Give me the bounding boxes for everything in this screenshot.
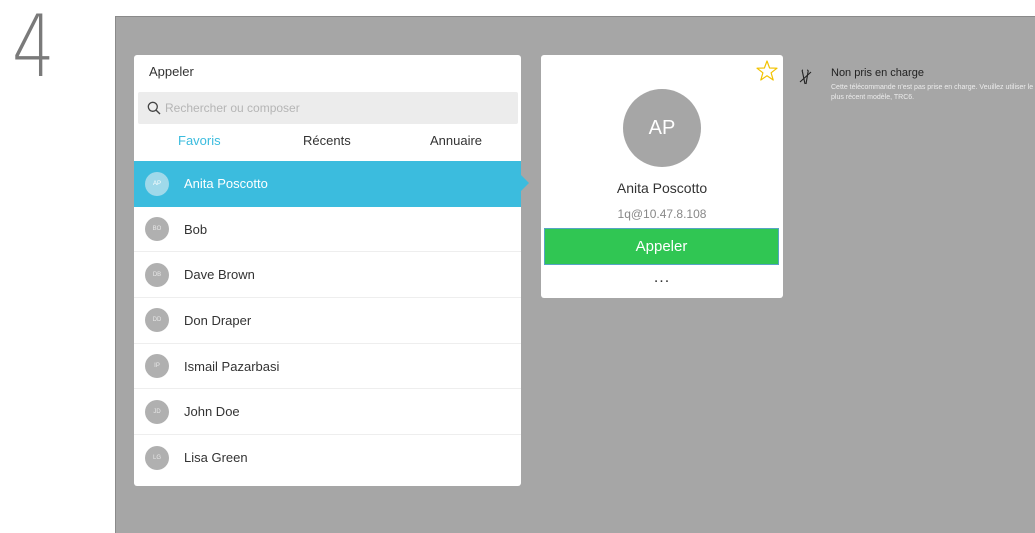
list-item[interactable]: BO Bob xyxy=(134,207,521,253)
contact-name: Bob xyxy=(184,221,208,237)
notice-title: Non pris en charge xyxy=(831,67,924,79)
search-placeholder: Rechercher ou composer xyxy=(165,101,300,115)
contact-name: John Doe xyxy=(184,404,240,420)
contact-list: AP Anita Poscotto BO Bob DB Dave Brown D… xyxy=(134,161,529,481)
notice-text: Cette télécommande n'est pas prise en ch… xyxy=(831,84,1034,101)
list-item[interactable]: DD Don Draper xyxy=(134,298,521,344)
panel-title: Appeler xyxy=(149,64,194,79)
contact-card: AP Anita Poscotto 1q@10.47.8.108 Appeler… xyxy=(541,55,783,298)
search-icon xyxy=(147,101,161,115)
card-contact-name: Anita Poscotto xyxy=(616,180,708,196)
tv-screen: Appeler Rechercher ou composer Favoris R… xyxy=(115,16,1035,533)
avatar: LG xyxy=(145,445,169,470)
avatar: IP xyxy=(145,354,169,379)
list-item[interactable]: AP Anita Poscotto xyxy=(134,161,529,207)
contact-name: Don Draper xyxy=(184,312,252,328)
avatar: AP xyxy=(145,171,169,196)
avatar: DB xyxy=(145,262,169,287)
tab-favoris[interactable]: Favoris xyxy=(178,133,221,148)
more-options-button[interactable]: ... xyxy=(642,270,682,289)
search-input[interactable]: Rechercher ou composer xyxy=(138,92,518,124)
step-number: 4 xyxy=(12,0,55,97)
call-button[interactable]: Appeler xyxy=(544,228,779,265)
tab-recents[interactable]: Récents xyxy=(303,133,351,148)
call-panel: Appeler Rechercher ou composer Favoris R… xyxy=(134,55,529,486)
tab-annuaire[interactable]: Annuaire xyxy=(430,133,482,148)
avatar: BO xyxy=(145,217,169,242)
star-outline-icon[interactable] xyxy=(755,59,779,83)
list-item[interactable]: IP Ismail Pazarbasi xyxy=(134,344,521,390)
contact-name: Dave Brown xyxy=(184,267,255,283)
list-item[interactable]: DB Dave Brown xyxy=(134,252,521,299)
card-avatar: AP xyxy=(623,89,701,167)
avatar: JD xyxy=(145,399,169,424)
list-item[interactable]: JD John Doe xyxy=(134,389,521,436)
card-contact-address: 1q@10.47.8.108 xyxy=(617,207,707,221)
avatar: DD xyxy=(145,308,169,333)
list-item[interactable]: LG Lisa Green xyxy=(134,435,521,481)
contact-name: Ismail Pazarbasi xyxy=(184,358,280,374)
contact-name: Anita Poscotto xyxy=(184,176,268,192)
tab-bar: Favoris Récents Annuaire xyxy=(134,133,521,155)
remote-unsupported-icon xyxy=(799,69,812,85)
contact-name: Lisa Green xyxy=(184,450,248,466)
